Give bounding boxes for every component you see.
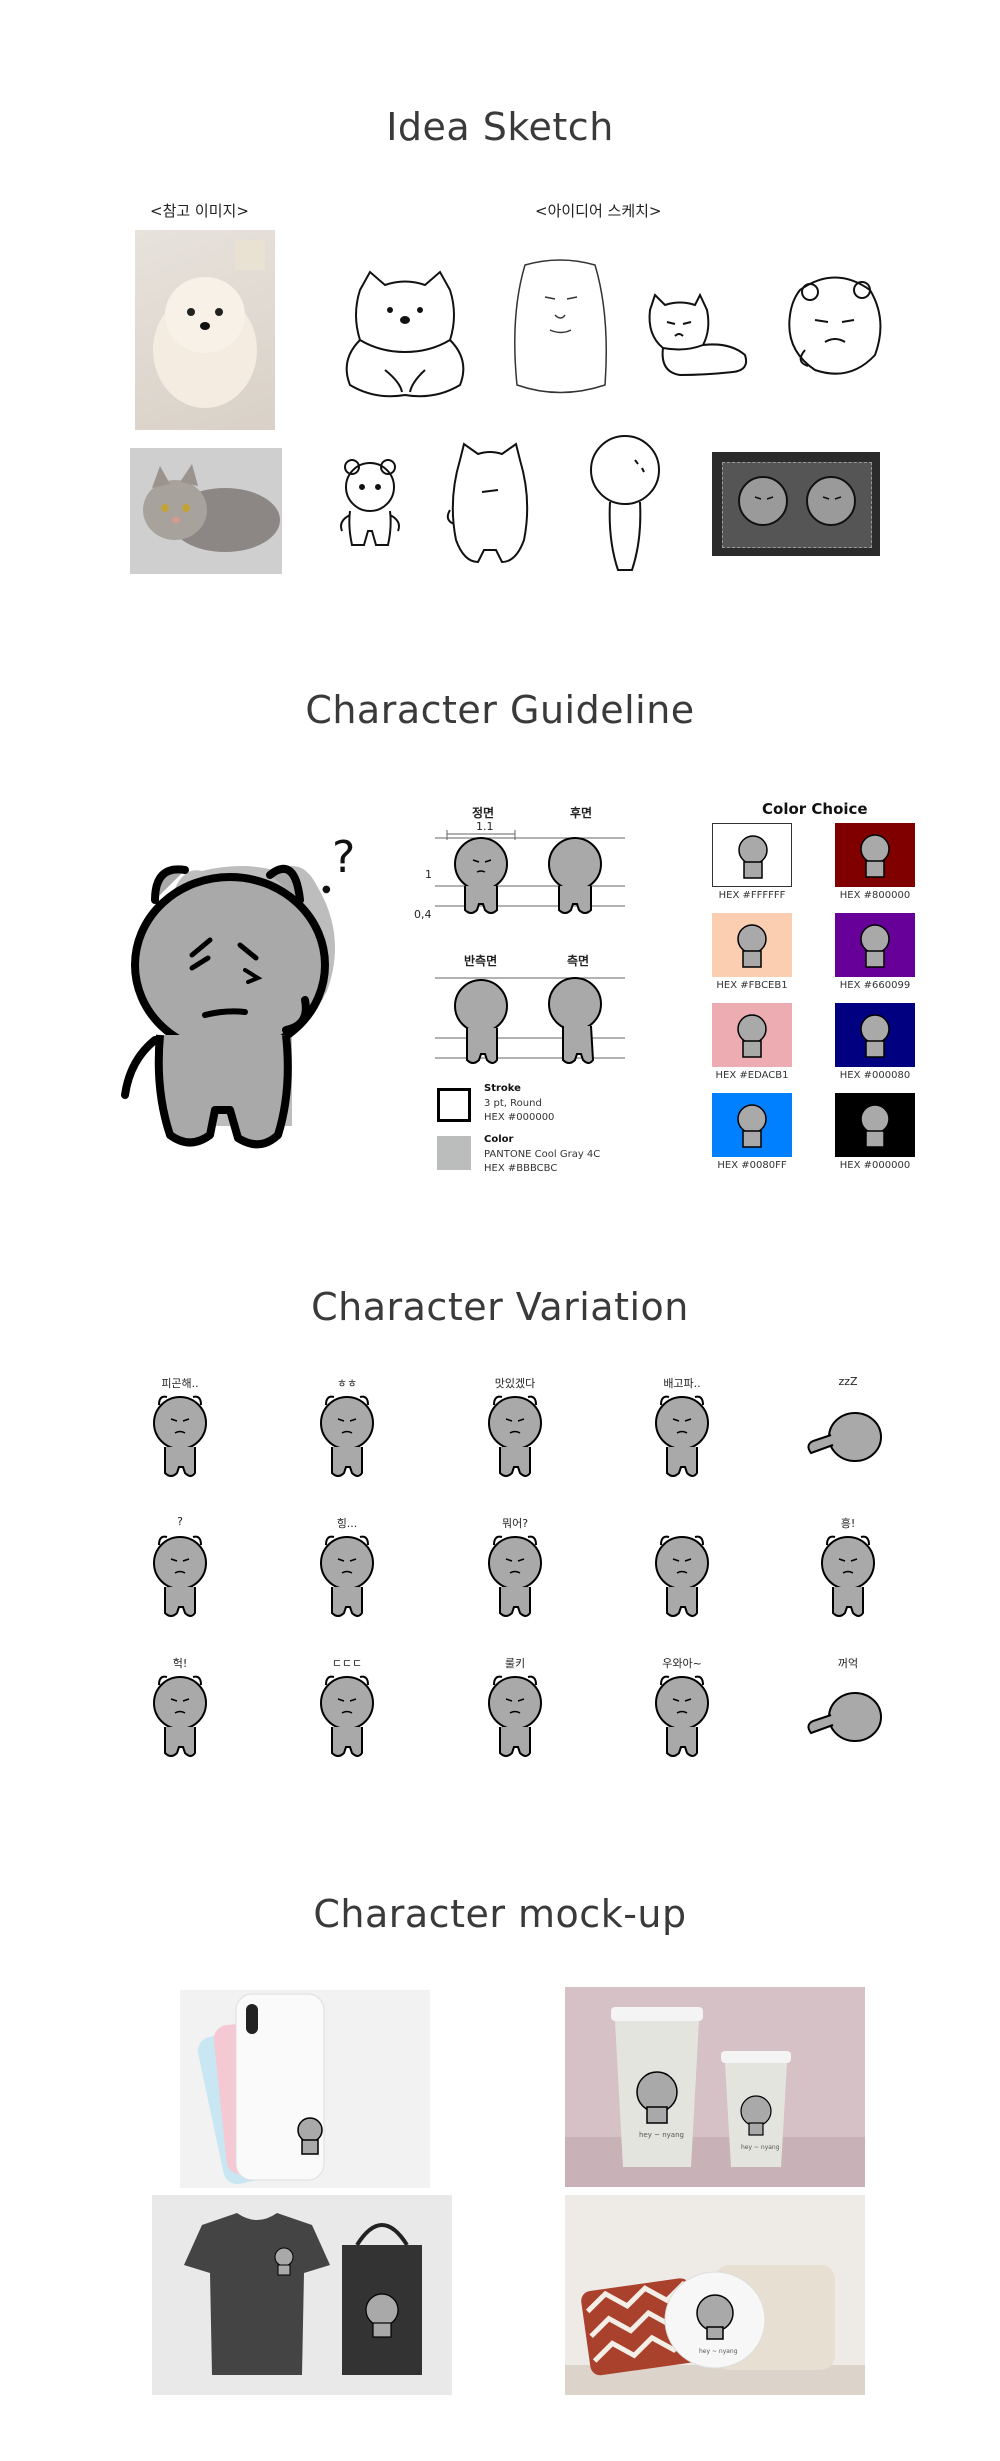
label-back: 후면 bbox=[570, 806, 593, 820]
color-title: Color bbox=[484, 1134, 514, 1145]
color-swatch-label: HEX #660099 bbox=[839, 980, 911, 991]
svg-text:●: ● bbox=[322, 884, 331, 895]
variation-caption: 맛있겠다 bbox=[494, 1377, 536, 1390]
variation-character: 꺼억 bbox=[793, 1655, 903, 1765]
label-ratio-1: 1 bbox=[425, 868, 432, 881]
section-title-variation: Character Variation bbox=[311, 1285, 689, 1329]
color-choice-title: Color Choice bbox=[762, 800, 868, 818]
variation-character bbox=[627, 1515, 737, 1625]
variation-character: ? bbox=[125, 1515, 235, 1625]
label-half-side: 반측면 bbox=[464, 954, 498, 968]
color-desc2: HEX #BBBCBC bbox=[484, 1163, 558, 1174]
variation-character: 맛있겠다 bbox=[460, 1375, 570, 1485]
color-desc1: PANTONE Cool Gray 4C bbox=[484, 1149, 601, 1160]
reference-label: <참고 이미지> bbox=[150, 202, 249, 220]
sketch-blob-tall bbox=[514, 259, 607, 394]
color-swatch-label: HEX #000000 bbox=[839, 1160, 911, 1171]
sketch-balloon bbox=[590, 435, 660, 571]
section-title-mockup: Character mock-up bbox=[313, 1892, 687, 1936]
color-swatch bbox=[437, 1136, 471, 1170]
color-swatch-label: HEX #800000 bbox=[839, 890, 911, 901]
main-character-illustration: ? ● bbox=[121, 832, 355, 1149]
label-ratio-2: 0,4 bbox=[414, 908, 432, 921]
color-swatch-label: HEX #000080 bbox=[839, 1070, 911, 1081]
sketch-bear-small bbox=[340, 459, 400, 546]
color-swatch-8 bbox=[835, 1093, 915, 1157]
variation-character: zzZ bbox=[793, 1375, 903, 1485]
cup-text-large: hey ~ nyang bbox=[639, 2131, 684, 2139]
mockup-phone-case bbox=[180, 1990, 430, 2188]
variation-character: 힝... bbox=[292, 1515, 402, 1625]
sketch-label: <아이디어 스케치> bbox=[535, 202, 662, 220]
variation-character: ㄷㄷㄷ bbox=[292, 1655, 402, 1765]
variation-caption: zzZ bbox=[838, 1375, 858, 1388]
sketch-cat-standing bbox=[446, 442, 529, 564]
mockup-coffee-cups: hey ~ nyang hey ~ nyang bbox=[565, 1987, 865, 2187]
variation-caption: 헉! bbox=[172, 1657, 188, 1670]
variation-caption: ㄷㄷㄷ bbox=[331, 1657, 363, 1670]
section-title-idea: Idea Sketch bbox=[386, 105, 614, 149]
variation-character: 헉! bbox=[125, 1655, 235, 1765]
stroke-desc1: 3 pt, Round bbox=[484, 1098, 542, 1109]
mockup-pillows: hey ~ nyang bbox=[565, 2195, 865, 2395]
sketch-framed-pair bbox=[712, 452, 880, 556]
pillow-text: hey ~ nyang bbox=[699, 2348, 738, 2355]
color-swatch-label: HEX #0080FF bbox=[717, 1160, 787, 1171]
variation-character: ㅎㅎ bbox=[292, 1375, 402, 1485]
color-swatch-4 bbox=[835, 913, 915, 977]
section-title-guideline: Character Guideline bbox=[305, 688, 695, 732]
color-swatch-label: HEX #EDACB1 bbox=[715, 1070, 789, 1081]
color-swatch-2 bbox=[835, 823, 915, 887]
color-swatch-1 bbox=[712, 823, 792, 887]
variation-character: 피곤해.. bbox=[125, 1375, 235, 1485]
reference-photo-cat bbox=[130, 448, 282, 574]
variation-caption: 뭐어? bbox=[501, 1517, 529, 1530]
turnaround-front-back bbox=[435, 830, 625, 914]
label-side: 측면 bbox=[567, 954, 590, 968]
color-swatch-3 bbox=[712, 913, 792, 977]
color-swatch-label: HEX #FBCEB1 bbox=[716, 980, 788, 991]
variation-caption: 피곤해.. bbox=[161, 1377, 199, 1390]
stroke-title: Stroke bbox=[484, 1083, 521, 1094]
variation-caption: 꺼억 bbox=[837, 1657, 859, 1670]
cup-text-small: hey ~ nyang bbox=[741, 2144, 780, 2151]
variation-caption: ㅎㅎ bbox=[336, 1377, 358, 1390]
reference-photo-dog bbox=[135, 230, 275, 430]
variation-caption: 배고파.. bbox=[663, 1377, 701, 1390]
variation-character: 배고파.. bbox=[627, 1375, 737, 1485]
variation-character: 룰키 bbox=[460, 1655, 570, 1765]
color-swatch-6 bbox=[835, 1003, 915, 1067]
variation-caption: 룰키 bbox=[504, 1657, 526, 1670]
color-swatch-label: HEX #FFFFFF bbox=[718, 890, 786, 901]
sketch-cat-lying bbox=[345, 270, 465, 398]
variation-caption: ? bbox=[177, 1515, 183, 1528]
sketch-round-head bbox=[788, 276, 882, 375]
sketch-cat-reclining bbox=[648, 292, 748, 377]
variation-character: 뭐어? bbox=[460, 1515, 570, 1625]
variation-character: 우와아~ bbox=[627, 1655, 737, 1765]
turnaround-half-side bbox=[435, 977, 625, 1064]
label-front: 정면 bbox=[472, 806, 495, 820]
variation-caption: 우와아~ bbox=[662, 1657, 702, 1670]
variation-caption: 흥! bbox=[840, 1517, 856, 1530]
variation-caption: 힝... bbox=[336, 1517, 358, 1530]
svg-text:?: ? bbox=[332, 832, 355, 883]
color-swatch-7 bbox=[712, 1093, 792, 1157]
stroke-desc2: HEX #000000 bbox=[484, 1112, 555, 1123]
variation-character: 흥! bbox=[793, 1515, 903, 1625]
stroke-swatch bbox=[437, 1088, 471, 1122]
color-swatch-5 bbox=[712, 1003, 792, 1067]
mockup-tshirt-tote bbox=[152, 2195, 452, 2395]
